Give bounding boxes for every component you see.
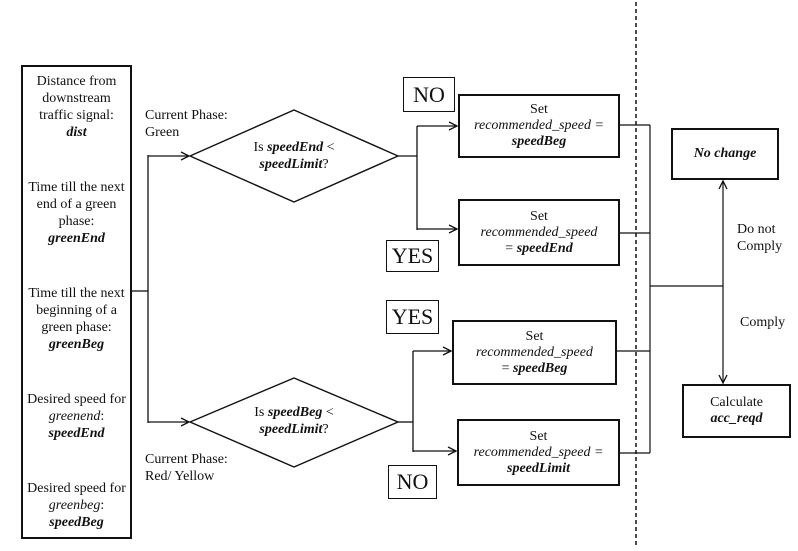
outcome-calculate-var: acc_reqd bbox=[710, 411, 763, 426]
do-not-comply-line2: Comply bbox=[737, 239, 783, 254]
decision-top-suffix: ? bbox=[322, 157, 329, 172]
action-box-top-yes: Set recommended_speed = speedEnd bbox=[458, 199, 620, 266]
outcome-calculate-line1: Calculate bbox=[710, 395, 763, 410]
phase-green-line1: Current Phase: bbox=[145, 108, 228, 123]
input-green-beg: Time till the next beginning of a green … bbox=[27, 285, 126, 353]
input-speed-beg-label: Desired speed for bbox=[27, 481, 126, 496]
input-green-beg-label: Time till the next beginning of a green … bbox=[28, 286, 125, 335]
branch-label-bottom-yes-text: YES bbox=[391, 304, 434, 329]
action-bottom-no-line2: recommended_speed = bbox=[473, 444, 604, 460]
comply-text: Comply bbox=[740, 315, 786, 330]
input-speed-beg-var: speedBeg bbox=[49, 515, 104, 530]
input-speed-beg: Desired speed for greenbeg: speedBeg bbox=[27, 480, 126, 531]
input-speed-end: Desired speed for greenend: speedEnd bbox=[27, 391, 126, 442]
decision-bottom-suffix: ? bbox=[322, 422, 329, 437]
phase-label-green: Current Phase: Green bbox=[145, 107, 228, 141]
branch-label-top-no: NO bbox=[403, 77, 455, 112]
input-dist-var: dist bbox=[66, 125, 87, 140]
outcome-no-change-text: No change bbox=[693, 146, 757, 161]
action-bottom-yes-var: speedBeg bbox=[512, 360, 568, 376]
action-box-top-no: Set recommended_speed = speedBeg bbox=[458, 94, 620, 158]
decision-top-var2: speedLimit bbox=[259, 157, 323, 172]
do-not-comply-line1: Do not bbox=[737, 222, 776, 237]
action-top-no-var: speedBeg bbox=[511, 134, 567, 149]
phase-label-red-yellow: Current Phase: Red/ Yellow bbox=[145, 451, 228, 485]
input-speed-beg-ref: greenbeg bbox=[48, 498, 101, 513]
action-top-yes-line2: recommended_speed bbox=[480, 224, 598, 240]
label-comply: Comply bbox=[740, 314, 785, 331]
decision-top-text: Is speedEnd < speedLimit? bbox=[214, 139, 374, 173]
decision-bottom-text: Is speedBeg < speedLimit? bbox=[214, 404, 374, 438]
phase-green-line2: Green bbox=[145, 125, 180, 140]
outcome-calculate: Calculate acc_reqd bbox=[682, 384, 791, 438]
outcome-no-change: No change bbox=[671, 128, 779, 180]
input-dist-label: Distance from downstream traffic signal: bbox=[36, 74, 117, 123]
branch-label-bottom-no-text: NO bbox=[396, 469, 429, 494]
action-top-no-line2: recommended_speed = bbox=[474, 118, 604, 133]
input-green-beg-var: greenBeg bbox=[48, 337, 105, 352]
branch-label-top-yes: YES bbox=[386, 240, 439, 272]
action-bottom-yes-eq: = bbox=[501, 360, 513, 376]
action-top-no-line1: Set bbox=[530, 102, 548, 117]
action-box-bottom-no: Set recommended_speed = speedLimit bbox=[457, 419, 620, 486]
decision-bottom-var1: speedBeg bbox=[267, 405, 323, 420]
input-speed-beg-colon: : bbox=[100, 498, 105, 513]
decision-bottom-op: < bbox=[322, 405, 334, 420]
action-top-yes-line1: Set bbox=[530, 208, 548, 224]
action-top-yes-var: speedEnd bbox=[516, 240, 573, 256]
input-green-end-label: Time till the next end of a green phase: bbox=[28, 180, 125, 229]
input-green-end-var: greenEnd bbox=[48, 231, 105, 246]
action-bottom-yes-line2: recommended_speed bbox=[476, 344, 593, 360]
input-speed-end-colon: : bbox=[100, 409, 105, 424]
input-speed-end-label: Desired speed for bbox=[27, 392, 126, 407]
decision-bottom-prefix: Is bbox=[254, 405, 268, 420]
action-bottom-no-line1: Set bbox=[529, 428, 548, 444]
input-speed-end-ref: greenend bbox=[48, 409, 101, 424]
branch-label-bottom-no: NO bbox=[388, 465, 437, 499]
label-do-not-comply: Do not Comply bbox=[737, 221, 782, 255]
action-box-bottom-yes: Set recommended_speed = speedBeg bbox=[452, 320, 617, 385]
decision-top-op: < bbox=[323, 140, 335, 155]
action-bottom-yes-line1: Set bbox=[525, 328, 544, 344]
decision-top-prefix: Is bbox=[253, 140, 268, 155]
decision-bottom-var2: speedLimit bbox=[259, 422, 323, 437]
action-top-yes-eq: = bbox=[505, 240, 517, 256]
branch-label-bottom-yes: YES bbox=[386, 300, 439, 334]
branch-label-top-no-text: NO bbox=[413, 81, 445, 107]
input-green-end: Time till the next end of a green phase:… bbox=[27, 179, 126, 247]
branch-label-top-yes-text: YES bbox=[391, 243, 434, 268]
action-bottom-no-var: speedLimit bbox=[507, 460, 570, 476]
inputs-box: Distance from downstream traffic signal:… bbox=[21, 65, 132, 539]
input-dist: Distance from downstream traffic signal:… bbox=[27, 73, 126, 141]
input-speed-end-var: speedEnd bbox=[48, 426, 105, 441]
phase-red-yellow-line1: Current Phase: bbox=[145, 452, 228, 467]
decision-top-var1: speedEnd bbox=[267, 140, 324, 155]
phase-red-yellow-line2: Red/ Yellow bbox=[145, 469, 215, 484]
